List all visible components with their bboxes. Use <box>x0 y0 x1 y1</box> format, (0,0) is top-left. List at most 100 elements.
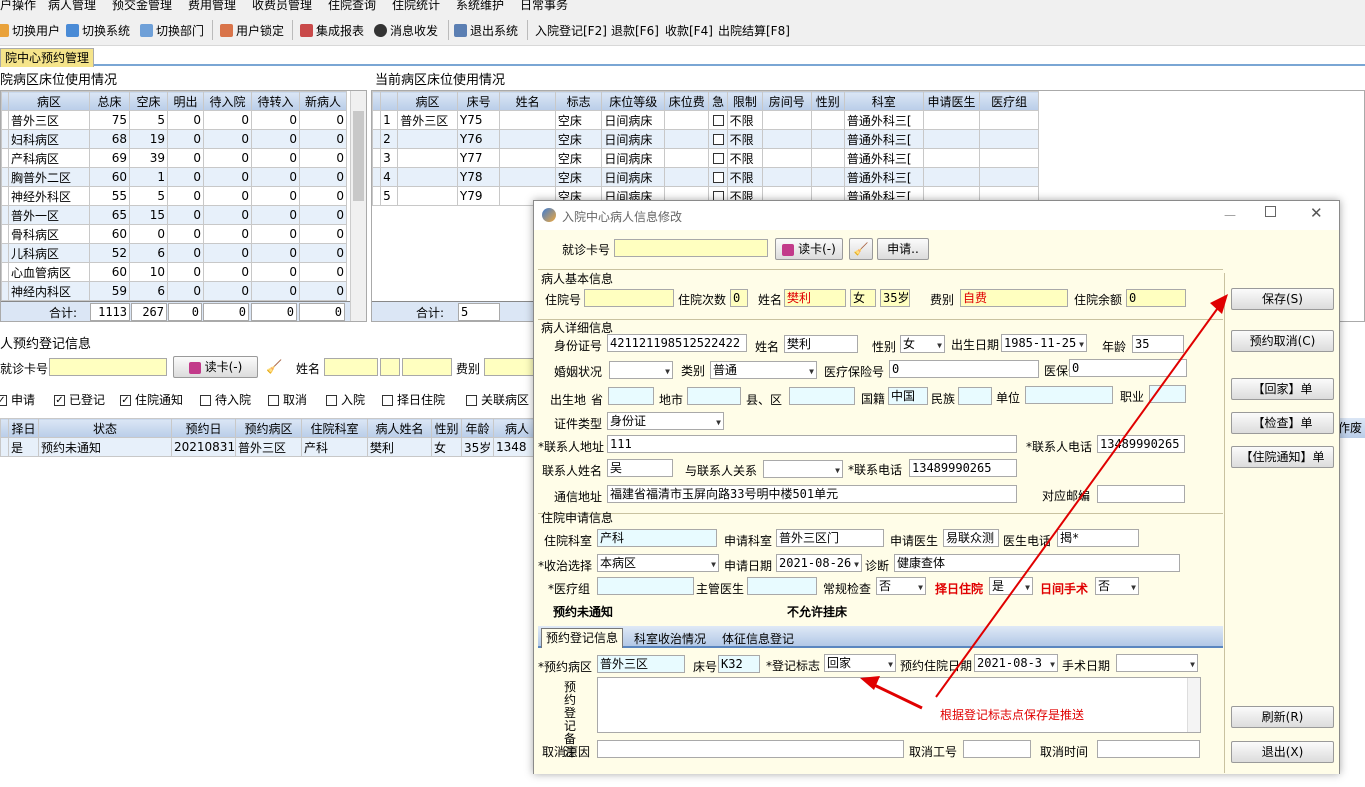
menu-daily[interactable]: 日常事务 <box>520 0 568 13</box>
column-header[interactable]: 状态 <box>38 418 172 438</box>
contact-address-input[interactable]: 111 <box>607 435 1017 453</box>
routine-check-select[interactable]: 否 <box>876 577 926 595</box>
discharge-button[interactable]: 出院结算[F8] <box>718 21 790 39</box>
table-row[interactable]: 产科病区 69 39 0 0 0 0 <box>1 148 347 168</box>
save-button[interactable]: 保存(S) <box>1231 288 1334 310</box>
column-header[interactable]: 预约日 <box>171 418 236 438</box>
home-slip-button[interactable]: 【回家】单 <box>1231 378 1334 400</box>
marital-select[interactable] <box>609 361 673 379</box>
inpatient-dept-input[interactable]: 产科 <box>597 529 717 547</box>
reg-name-input[interactable] <box>324 358 378 376</box>
urgent-checkbox-cell[interactable] <box>708 148 728 168</box>
switch-dept-button[interactable]: 切换部门 <box>140 21 204 39</box>
menu-query[interactable]: 住院查询 <box>328 0 376 13</box>
column-header[interactable]: 年龄 <box>461 418 494 438</box>
medical-group-input[interactable] <box>597 577 694 595</box>
contact-phone-input[interactable]: 13489990265 <box>1097 435 1185 453</box>
tab-vital-signs[interactable]: 体征信息登记 <box>722 630 794 647</box>
close-icon[interactable]: ✕ <box>1310 204 1323 222</box>
table-row[interactable]: 心血管病区 60 10 0 0 0 0 <box>1 262 347 282</box>
patient-age-input[interactable]: 35岁 <box>880 289 910 307</box>
column-header[interactable]: 待入院 <box>203 91 252 111</box>
column-header[interactable]: 急 <box>708 91 728 111</box>
column-header[interactable]: 病区 <box>8 91 90 111</box>
broom-icon[interactable]: 🧹 <box>266 360 282 375</box>
table-row[interactable]: 骨科病区 60 0 0 0 0 0 <box>1 224 347 244</box>
vertical-scrollbar[interactable] <box>350 91 366 321</box>
apply-dept-input[interactable]: 普外三区门 <box>776 529 884 547</box>
refund-button[interactable]: 退款[F6] <box>611 21 659 39</box>
column-header[interactable]: 明出 <box>167 91 204 111</box>
table-row[interactable]: 1 普外三区 Y75 空床 日间病床 不限 普通外科三[ <box>372 110 1039 130</box>
column-header[interactable]: 住院科室 <box>301 418 368 438</box>
column-header[interactable]: 医疗组 <box>979 91 1039 111</box>
filter-checkbox[interactable]: ✓ 住院通知 <box>120 391 183 408</box>
minimize-icon[interactable]: — <box>1224 208 1236 222</box>
reg-read-card-button[interactable]: 读卡(-) <box>173 356 258 378</box>
province-input[interactable] <box>608 387 654 405</box>
ward-select[interactable]: 本病区 <box>597 554 719 572</box>
column-header[interactable]: 房间号 <box>762 91 812 111</box>
id-type-select[interactable]: 身份证 <box>607 412 724 430</box>
id-number-input[interactable]: 421121198512522422 <box>607 334 747 352</box>
county-input[interactable] <box>789 387 855 405</box>
column-header[interactable]: 床号 <box>456 91 501 111</box>
diagnosis-input[interactable]: 健康查体 <box>894 554 1180 572</box>
bed-number-input[interactable]: K32 <box>718 655 760 673</box>
read-card-button[interactable]: 读卡(-) <box>775 238 843 260</box>
filter-checkbox[interactable]: 取消 <box>268 391 307 408</box>
doctor-phone-input[interactable]: 揭* <box>1057 529 1139 547</box>
column-header[interactable]: 总床 <box>89 91 130 111</box>
tab-appointment-management[interactable]: 院中心预约管理 <box>0 48 95 67</box>
report-button[interactable]: 集成报表 <box>300 21 364 39</box>
nationality-input[interactable]: 中国 <box>888 387 928 405</box>
column-header[interactable]: 性别 <box>810 91 845 111</box>
employer-input[interactable] <box>1025 386 1113 404</box>
vertical-scrollbar[interactable] <box>1187 678 1200 732</box>
column-header[interactable]: 性别 <box>431 418 462 438</box>
insurance-no-input[interactable]: 0 <box>889 360 1039 378</box>
checkbox-box[interactable] <box>382 395 393 406</box>
column-header[interactable]: 床位等级 <box>601 91 666 111</box>
ethnicity-input[interactable] <box>958 387 992 405</box>
birth-date-picker[interactable]: 1985-11-25 <box>1001 334 1087 352</box>
switch-user-button[interactable]: 切换用户 <box>0 21 60 39</box>
refresh-button[interactable]: 刷新(R) <box>1231 706 1334 728</box>
attending-doctor-input[interactable] <box>747 577 817 595</box>
filter-checkbox[interactable]: ✓ 已登记 <box>54 391 105 408</box>
menu-patients[interactable]: 病人管理 <box>48 0 96 13</box>
table-row[interactable]: 是预约未通知 20210831 普外三区 产科 樊利女 35岁 1348 <box>0 437 541 457</box>
admit-button[interactable]: 入院登记[F2] <box>535 21 607 39</box>
table-row[interactable]: 胸普外二区 60 1 0 0 0 0 <box>1 167 347 187</box>
column-header[interactable]: 姓名 <box>499 91 556 111</box>
reg-card-input[interactable] <box>49 358 167 376</box>
remark-textarea[interactable] <box>597 677 1201 733</box>
column-header[interactable]: 作废 <box>1338 418 1365 438</box>
menu-fees[interactable]: 费用管理 <box>188 0 236 13</box>
column-header[interactable]: 科室 <box>843 91 924 111</box>
apply-doctor-input[interactable]: 易联众测 <box>943 529 999 547</box>
contact-name-input[interactable]: 吴 <box>607 459 673 477</box>
urgent-checkbox[interactable] <box>712 172 724 183</box>
card-number-input[interactable] <box>614 239 768 257</box>
switch-system-button[interactable]: 切换系统 <box>66 21 130 39</box>
reg-fee-input[interactable] <box>484 358 534 376</box>
reserved-ward-input[interactable]: 普外三区 <box>597 655 685 673</box>
filter-checkbox[interactable]: ✓ 申请 <box>0 391 35 408</box>
column-header[interactable]: 预约病区 <box>235 418 302 438</box>
table-row[interactable]: 儿科病区 52 6 0 0 0 0 <box>1 243 347 263</box>
column-header[interactable]: 申请医生 <box>922 91 981 111</box>
contact-tel-input[interactable]: 13489990265 <box>909 459 1017 477</box>
city-input[interactable] <box>687 387 741 405</box>
column-header[interactable]: 病人姓名 <box>367 418 432 438</box>
insurance-card-input[interactable]: 0 <box>1069 359 1187 377</box>
menu-cashier[interactable]: 收费员管理 <box>252 0 312 13</box>
clear-button[interactable]: 🧹 <box>849 238 873 260</box>
urgent-checkbox-cell[interactable] <box>708 167 728 187</box>
detail-name-input[interactable]: 樊利 <box>784 335 858 353</box>
urgent-checkbox[interactable] <box>712 134 724 145</box>
fee-type-input[interactable]: 自费 <box>960 289 1068 307</box>
occupation-input[interactable] <box>1149 385 1186 403</box>
urgent-checkbox-cell[interactable] <box>708 129 728 149</box>
charge-button[interactable]: 收款[F4] <box>665 21 713 39</box>
